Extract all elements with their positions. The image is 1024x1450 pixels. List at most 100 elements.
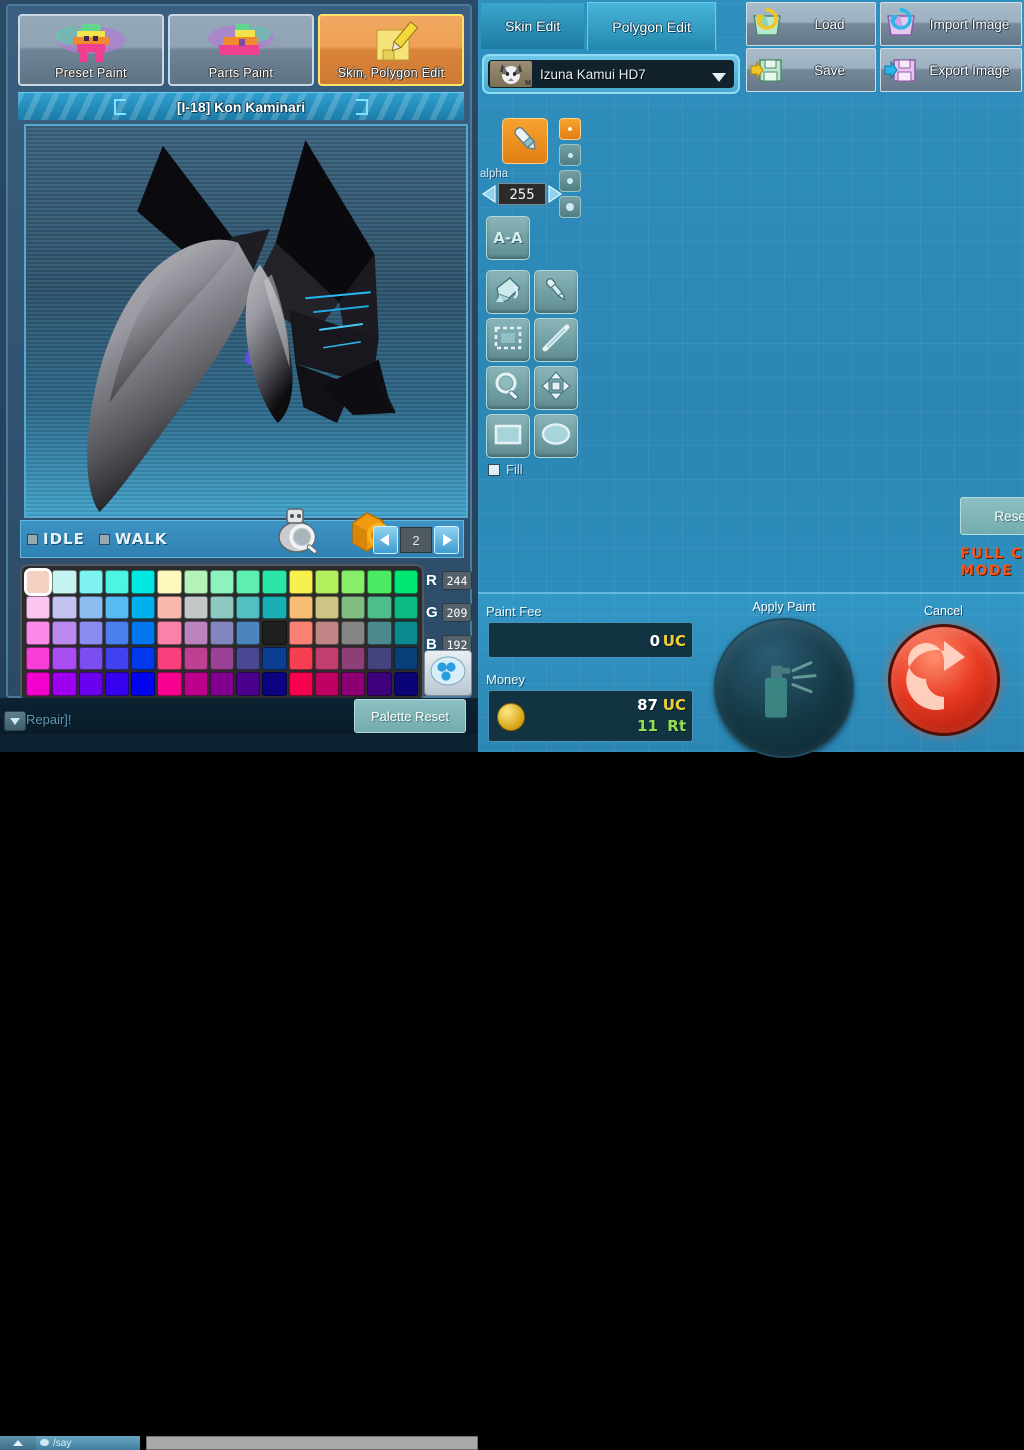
magnify-tool-button[interactable] [486,366,530,410]
chat-scroll-up-button[interactable] [0,1436,36,1450]
animation-toggle-idle[interactable]: IDLE [27,530,85,548]
palette-swatch[interactable] [26,646,51,671]
palette-swatch[interactable] [262,570,287,594]
page-number-value[interactable]: 2 [399,527,433,553]
palette-swatch[interactable] [183,595,208,620]
palette-swatch[interactable] [78,646,103,671]
palette-swatch[interactable] [288,570,313,594]
palette-swatch[interactable] [131,595,156,620]
palette-swatch[interactable] [209,672,235,696]
palette-swatch[interactable] [104,570,130,594]
bot-inspect-icon[interactable] [273,507,325,562]
palette-swatch[interactable] [183,621,208,645]
palette-swatch[interactable] [52,621,77,645]
palette-swatch[interactable] [262,672,287,696]
pencil-tool-button[interactable] [502,118,548,164]
chat-mode-selector[interactable]: /say [36,1436,140,1450]
palette-swatch[interactable] [52,595,77,620]
palette-swatch[interactable] [341,595,366,620]
palette-swatch[interactable] [52,570,77,594]
cancel-button[interactable] [887,624,1000,736]
line-tool-button[interactable] [534,318,578,362]
palette-swatch[interactable] [367,646,392,671]
color-palette-grid[interactable] [23,568,418,696]
palette-swatch[interactable] [104,595,130,620]
alpha-increase-button[interactable] [546,182,564,206]
chevron-down-icon[interactable] [712,69,726,87]
palette-swatch[interactable] [26,672,51,696]
mode-button-parts-paint[interactable]: Parts Paint [168,14,314,86]
palette-swatch[interactable] [52,646,77,671]
checkbox-idle[interactable] [27,533,38,545]
palette-swatch[interactable] [314,570,340,594]
palette-swatch[interactable] [26,595,51,620]
palette-swatch[interactable] [157,595,182,620]
tab-polygon-edit[interactable]: Polygon Edit [587,2,716,50]
palette-swatch[interactable] [78,570,103,594]
palette-swatch[interactable] [26,621,51,645]
palette-swatch[interactable] [262,595,287,620]
palette-swatch[interactable] [314,646,340,671]
palette-swatch[interactable] [288,646,313,671]
palette-swatch[interactable] [157,646,182,671]
palette-swatch[interactable] [341,672,366,696]
palette-swatch[interactable] [209,621,235,645]
palette-swatch[interactable] [262,621,287,645]
marquee-select-tool-button[interactable] [486,318,530,362]
load-button[interactable]: Load [746,2,876,46]
palette-swatch[interactable] [341,621,366,645]
palette-swatch[interactable] [131,672,156,696]
palette-swatch[interactable] [288,621,313,645]
palette-swatch[interactable] [183,646,208,671]
palette-swatch[interactable] [236,646,261,671]
ellipse-tool-button[interactable] [534,414,578,458]
palette-swatch[interactable] [78,672,103,696]
palette-swatch[interactable] [288,595,313,620]
palette-swatch[interactable] [341,646,366,671]
palette-swatch[interactable] [393,646,418,671]
rgb-g-value[interactable]: 209 [442,602,472,622]
palette-swatch[interactable] [367,570,392,594]
palette-swatch[interactable] [367,672,392,696]
antialias-tool-button[interactable]: A-A [486,216,530,260]
animation-toggle-walk[interactable]: WALK [98,530,168,548]
palette-swatch[interactable] [131,621,156,645]
palette-swatch[interactable] [367,595,392,620]
reset-button[interactable]: Reset [960,497,1024,535]
brush-size-1[interactable] [559,118,581,140]
palette-swatch[interactable] [131,646,156,671]
palette-swatch[interactable] [104,621,130,645]
save-button[interactable]: Save [746,48,876,92]
palette-swatch[interactable] [393,595,418,620]
apply-paint-button[interactable] [714,618,854,758]
palette-swatch[interactable] [209,595,235,620]
palette-swatch[interactable] [52,672,77,696]
palette-swatch[interactable] [393,621,418,645]
palette-swatch[interactable] [314,621,340,645]
palette-swatch[interactable] [78,595,103,620]
bucket-fill-tool-button[interactable] [486,270,530,314]
page-next-button[interactable] [434,526,459,554]
alpha-value[interactable]: 255 [498,183,546,205]
checkbox-walk[interactable] [98,533,110,545]
palette-swatch[interactable] [341,570,366,594]
palette-swatch[interactable] [157,621,182,645]
page-prev-button[interactable] [373,526,398,554]
tab-skin-edit[interactable]: Skin Edit [480,2,586,50]
fill-checkbox-group[interactable]: Fill [488,462,523,477]
palette-swatch[interactable] [367,621,392,645]
color-mixer-button[interactable] [424,650,472,696]
palette-swatch[interactable] [393,570,418,594]
palette-swatch[interactable] [183,672,208,696]
palette-swatch[interactable] [157,672,182,696]
palette-swatch[interactable] [236,621,261,645]
palette-swatch[interactable] [288,672,313,696]
palette-swatch[interactable] [236,570,261,594]
palette-swatch[interactable] [236,595,261,620]
palette-swatch[interactable] [157,570,182,594]
checkbox-fill[interactable] [488,463,500,476]
mode-button-skin-polygon-edit[interactable]: Skin, Polygon Edit [318,14,464,86]
chat-dropdown-button[interactable] [4,711,26,731]
export-image-button[interactable]: Export Image [880,48,1022,92]
rectangle-tool-button[interactable] [486,414,530,458]
